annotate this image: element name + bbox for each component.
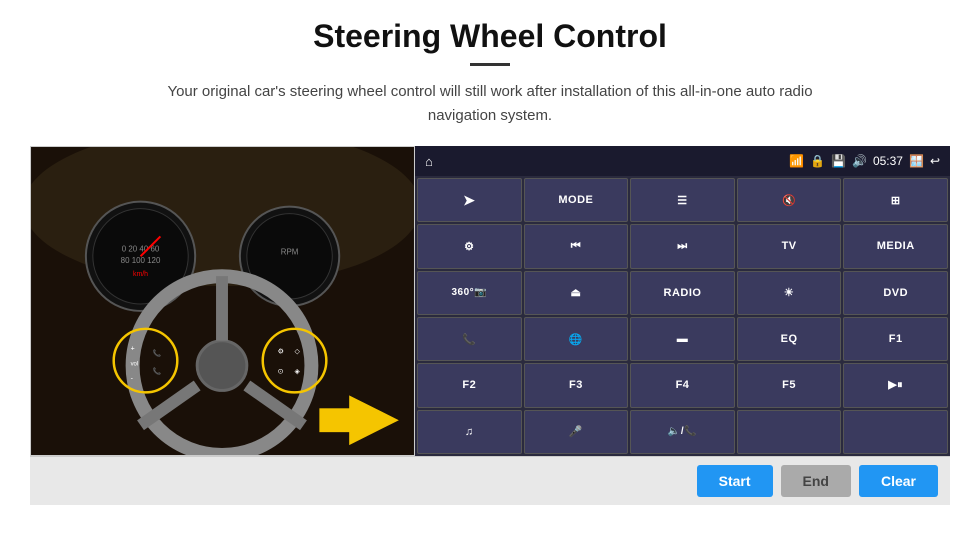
sd-icon: 💾 bbox=[831, 154, 846, 168]
btn-mode[interactable]: MODE bbox=[524, 178, 629, 222]
svg-text:-: - bbox=[131, 375, 133, 382]
svg-text:0 20 40 60: 0 20 40 60 bbox=[122, 244, 160, 253]
button-grid: ➤ MODE ☰ 🔇 ⊞ ⚙ ⏮ ⏭ TV MEDIA 360°📷 ⏏ RADI… bbox=[415, 176, 950, 456]
btn-volphone[interactable]: 🔈/📞 bbox=[630, 410, 735, 454]
svg-text:RPM: RPM bbox=[281, 247, 299, 256]
window-icon: 🪟 bbox=[909, 154, 924, 168]
btn-eject[interactable]: ⏏ bbox=[524, 271, 629, 315]
svg-text:⚙: ⚙ bbox=[278, 348, 284, 356]
btn-tv[interactable]: TV bbox=[737, 224, 842, 268]
title-divider bbox=[470, 63, 510, 66]
btn-dvd[interactable]: DVD bbox=[843, 271, 948, 315]
clear-button[interactable]: Clear bbox=[859, 465, 938, 497]
btn-f5[interactable]: F5 bbox=[737, 363, 842, 407]
svg-text:◇: ◇ bbox=[295, 349, 301, 356]
btn-web[interactable]: 🌐 bbox=[524, 317, 629, 361]
control-panel: ⌂ 📶 🔒 💾 🔊 05:37 🪟 ↩ ➤ MODE ☰ 🔇 ⊞ bbox=[415, 146, 950, 456]
btn-f2[interactable]: F2 bbox=[417, 363, 522, 407]
btn-playpause[interactable]: ▶⏸ bbox=[843, 363, 948, 407]
page-container: Steering Wheel Control Your original car… bbox=[0, 0, 980, 505]
btn-brightness[interactable]: ☀ bbox=[737, 271, 842, 315]
btn-empty1 bbox=[737, 410, 842, 454]
status-bar: ⌂ 📶 🔒 💾 🔊 05:37 🪟 ↩ bbox=[415, 146, 950, 176]
page-subtitle: Your original car's steering wheel contr… bbox=[150, 80, 830, 128]
btn-mute[interactable]: 🔇 bbox=[737, 178, 842, 222]
svg-text:⊙: ⊙ bbox=[278, 369, 284, 376]
btn-media[interactable]: MEDIA bbox=[843, 224, 948, 268]
btn-f1[interactable]: F1 bbox=[843, 317, 948, 361]
btn-menu[interactable]: ☰ bbox=[630, 178, 735, 222]
svg-text:📞: 📞 bbox=[152, 349, 161, 358]
svg-text:📞: 📞 bbox=[152, 367, 161, 376]
btn-f3[interactable]: F3 bbox=[524, 363, 629, 407]
btn-settings[interactable]: ⚙ bbox=[417, 224, 522, 268]
btn-next[interactable]: ⏭ bbox=[630, 224, 735, 268]
btn-screen[interactable]: ▬ bbox=[630, 317, 735, 361]
btn-radio[interactable]: RADIO bbox=[630, 271, 735, 315]
svg-text:+: + bbox=[131, 346, 135, 353]
svg-text:◈: ◈ bbox=[295, 369, 301, 376]
btn-prev[interactable]: ⏮ bbox=[524, 224, 629, 268]
lock-icon: 🔒 bbox=[810, 154, 825, 168]
bt-icon: 🔊 bbox=[852, 154, 867, 168]
btn-apps[interactable]: ⊞ bbox=[843, 178, 948, 222]
btn-empty2 bbox=[843, 410, 948, 454]
btn-eq[interactable]: EQ bbox=[737, 317, 842, 361]
time-display: 05:37 bbox=[873, 154, 903, 168]
end-button[interactable]: End bbox=[781, 465, 851, 497]
back-icon[interactable]: ↩ bbox=[930, 154, 940, 168]
page-title: Steering Wheel Control bbox=[313, 18, 667, 55]
start-button[interactable]: Start bbox=[697, 465, 773, 497]
svg-text:vol: vol bbox=[131, 362, 139, 368]
btn-music[interactable]: ♫ bbox=[417, 410, 522, 454]
btn-nav[interactable]: ➤ bbox=[417, 178, 522, 222]
content-row: 0 20 40 60 80 100 120 km/h RPM bbox=[30, 146, 950, 456]
btn-cam360[interactable]: 360°📷 bbox=[417, 271, 522, 315]
home-icon[interactable]: ⌂ bbox=[425, 154, 433, 169]
svg-text:km/h: km/h bbox=[133, 271, 148, 278]
wifi-icon: 📶 bbox=[789, 154, 804, 168]
svg-text:80 100 120: 80 100 120 bbox=[121, 256, 161, 265]
car-image: 0 20 40 60 80 100 120 km/h RPM bbox=[30, 146, 415, 456]
btn-f4[interactable]: F4 bbox=[630, 363, 735, 407]
btn-mic[interactable]: 🎤 bbox=[524, 410, 629, 454]
btn-phone[interactable]: 📞 bbox=[417, 317, 522, 361]
